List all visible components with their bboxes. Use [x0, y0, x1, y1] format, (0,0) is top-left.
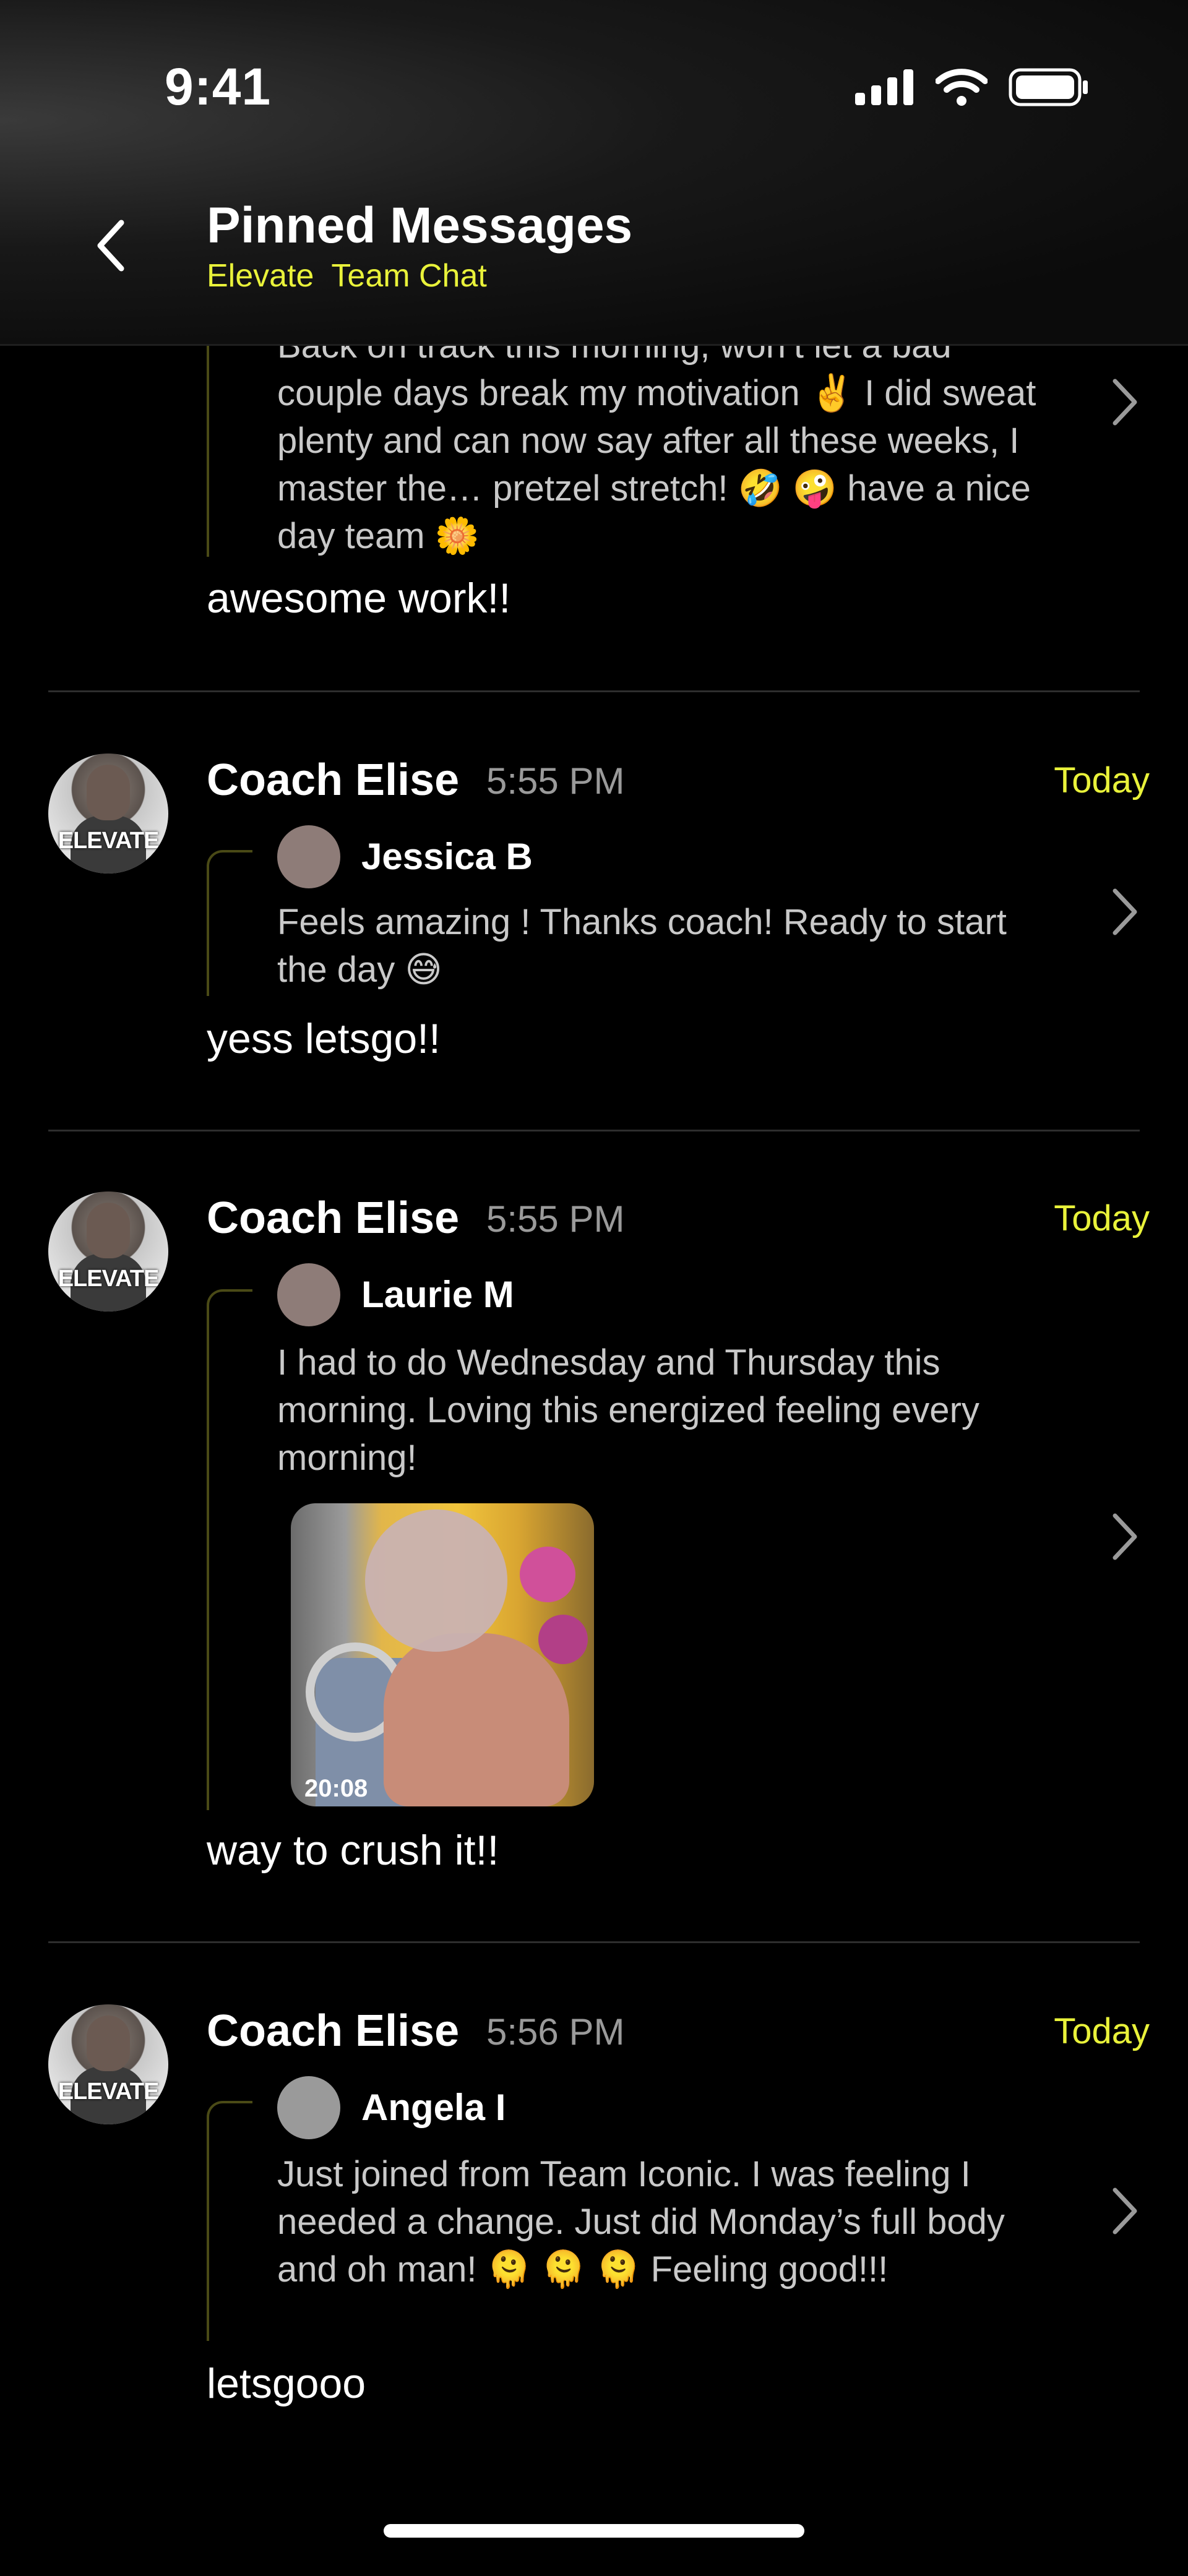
thread-line	[207, 850, 252, 996]
thread-line	[207, 2101, 252, 2341]
quoted-author-name: Jessica B	[361, 836, 533, 877]
divider	[48, 1130, 1140, 1131]
quoted-author-avatar	[277, 2076, 340, 2139]
quoted-message-text: Back on track this morning, won’t let a …	[277, 325, 1036, 556]
chevron-left-icon[interactable]	[93, 218, 130, 273]
home-indicator[interactable]	[384, 2524, 804, 2538]
sender-name: Coach Elise	[207, 2006, 460, 2056]
avatar-brand-label: ELEVATE	[58, 1266, 160, 1292]
photo-blurred-face	[365, 1509, 507, 1652]
avatar-brand-label: ELEVATE	[58, 828, 160, 854]
avatar-face	[87, 765, 130, 820]
pinned-reply-text: way to crush it!!	[207, 1827, 499, 1874]
message-time: 5:55 PM	[486, 760, 625, 802]
pinned-reply-text: awesome work!!	[207, 575, 511, 622]
avatar-brand-label: ELEVATE	[58, 2079, 160, 2105]
quoted-message-text: Just joined from Team Iconic. I was feel…	[277, 2154, 1005, 2290]
message-time: 5:55 PM	[486, 1198, 625, 1240]
avatar-face	[87, 2016, 130, 2071]
avatar-face	[87, 1203, 130, 1258]
sender-name: Coach Elise	[207, 755, 460, 805]
chevron-right-icon[interactable]	[1110, 887, 1141, 937]
status-time: 9:41	[165, 58, 272, 116]
photo-thumbs-up	[384, 1633, 569, 1806]
sender-name: Coach Elise	[207, 1193, 460, 1243]
chat-name-subtitle[interactable]: Elevate Team Chat	[207, 257, 487, 294]
status-icons	[855, 68, 1089, 106]
quoted-author-name: Laurie M	[361, 1274, 514, 1315]
chevron-right-icon[interactable]	[1110, 2186, 1141, 2236]
quoted-author-name: Angela I	[361, 2087, 506, 2128]
photo-timestamp: 20:08	[304, 1775, 368, 1802]
chevron-right-icon[interactable]	[1110, 377, 1141, 427]
photo-ball	[538, 1615, 588, 1664]
battery-icon	[1009, 68, 1088, 106]
divider	[48, 690, 1140, 692]
chevron-right-icon[interactable]	[1110, 1512, 1141, 1561]
message-date: Today	[1054, 1198, 1150, 1239]
pinned-reply-text: yess letsgo!!	[207, 1015, 441, 1062]
avatar[interactable]: ELEVATE	[48, 1191, 168, 1312]
message-date: Today	[1054, 2011, 1150, 2051]
avatar[interactable]: ELEVATE	[48, 753, 168, 874]
wifi-icon	[936, 69, 988, 106]
message-time: 5:56 PM	[486, 2011, 625, 2053]
thread-line	[207, 1289, 252, 1810]
thread-line	[207, 322, 252, 557]
quoted-author-avatar	[277, 825, 340, 888]
navigation-header: 9:41 Pinned Messages Elevate Team Chat	[0, 0, 1188, 346]
quoted-message-text: Feels amazing ! Thanks coach! Ready to s…	[277, 902, 1007, 990]
pinned-reply-text: letsgooo	[207, 2360, 366, 2407]
quoted-author-avatar	[277, 1263, 340, 1326]
quoted-message-text: I had to do Wednesday and Thursday this …	[277, 1342, 979, 1478]
message-date: Today	[1054, 760, 1150, 801]
page-title: Pinned Messages	[207, 197, 633, 254]
cellular-signal-icon	[855, 69, 913, 105]
photo-ball	[520, 1547, 575, 1602]
divider	[48, 1941, 1140, 1943]
avatar[interactable]: ELEVATE	[48, 2004, 168, 2124]
attached-photo[interactable]: 20:08	[291, 1503, 594, 1806]
